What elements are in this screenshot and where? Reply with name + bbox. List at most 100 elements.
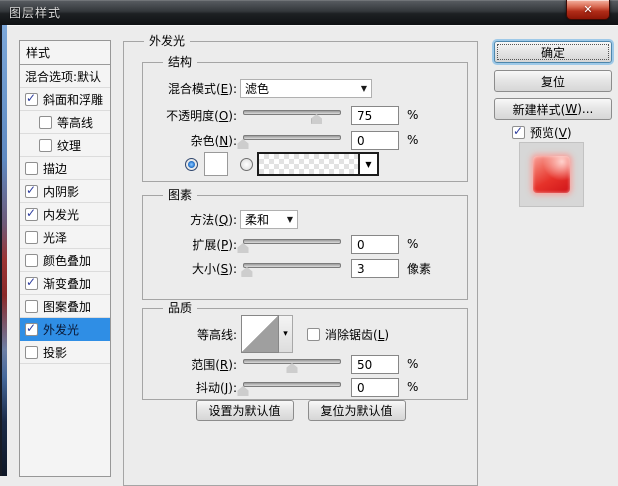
- sidebar-item[interactable]: 纹理: [20, 134, 110, 157]
- range-input[interactable]: 50: [351, 354, 399, 374]
- size-slider-thumb[interactable]: [241, 267, 253, 277]
- sidebar-item-label: 纹理: [57, 138, 82, 153]
- new-style-button[interactable]: 新建样式(W)...: [494, 98, 612, 120]
- jitter-unit: %: [407, 380, 419, 394]
- size-label: 大小(S):: [191, 261, 237, 276]
- opacity-slider-thumb[interactable]: [311, 114, 322, 124]
- noise-unit: %: [407, 133, 419, 147]
- elements-group-title: 图素: [163, 187, 198, 203]
- blend-mode-label: 混合模式(E):: [167, 81, 237, 96]
- make-default-button[interactable]: 设置为默认值: [195, 400, 294, 421]
- sidebar-item[interactable]: 渐变叠加: [20, 272, 110, 295]
- noise-input[interactable]: 0: [351, 130, 399, 150]
- sidebar-item[interactable]: 颜色叠加: [20, 249, 110, 272]
- size-slider[interactable]: [241, 259, 341, 277]
- layer-style-dialog: 样式 混合选项:默认 斜面和浮雕 等高线 纹理 描边 内阴影 内发光 光泽 颜色…: [7, 25, 618, 486]
- sidebar-item-label: 投影: [43, 345, 68, 360]
- window-title: 图层样式: [9, 6, 62, 20]
- size-slider-track: [243, 263, 341, 268]
- style-enabled-checkbox[interactable]: [25, 345, 38, 359]
- antialias-checkbox[interactable]: [307, 327, 320, 341]
- opacity-input[interactable]: 75: [351, 105, 399, 125]
- range-unit: %: [407, 357, 419, 371]
- sidebar-item-label: 光泽: [43, 230, 68, 245]
- spread-slider-thumb[interactable]: [237, 243, 249, 253]
- range-slider[interactable]: [243, 355, 341, 373]
- sidebar-item-label: 内阴影: [43, 184, 80, 199]
- reset-button[interactable]: 复位: [494, 70, 612, 92]
- sidebar-item-label: 内发光: [43, 207, 80, 222]
- outer-glow-panel: 外发光 结构 混合模式(E): 滤色 ▼ 不透明度(O): 75 % 杂色(N)…: [123, 33, 478, 486]
- ok-button[interactable]: 确定: [494, 41, 612, 63]
- sidebar-item[interactable]: 描边: [20, 157, 110, 180]
- contour-dropdown-icon[interactable]: ▾: [279, 315, 293, 353]
- sidebar-item[interactable]: 投影: [20, 341, 110, 364]
- jitter-slider-thumb[interactable]: [237, 386, 249, 396]
- sidebar-item-label: 描边: [43, 161, 68, 176]
- range-slider-thumb[interactable]: [286, 363, 298, 373]
- sidebar-item[interactable]: 外发光: [20, 318, 110, 341]
- size-input[interactable]: 3: [351, 258, 399, 278]
- sidebar-item-label: 渐变叠加: [43, 276, 92, 291]
- spread-slider[interactable]: [237, 235, 341, 253]
- spread-unit: %: [407, 237, 419, 251]
- style-enabled-checkbox[interactable]: [25, 322, 38, 336]
- gradient-dropdown-icon[interactable]: ▼: [358, 154, 377, 174]
- close-button[interactable]: ✕: [566, 0, 610, 20]
- sidebar-item[interactable]: 内发光: [20, 203, 110, 226]
- window-titlebar: 图层样式 ✕: [0, 0, 618, 25]
- chevron-down-icon: ▼: [286, 214, 293, 224]
- noise-row: 杂色(N): 0 %: [149, 129, 463, 151]
- antialias-checkbox-row[interactable]: 消除锯齿(L): [307, 326, 389, 343]
- technique-select[interactable]: 柔和 ▼: [240, 209, 298, 229]
- style-enabled-checkbox[interactable]: [39, 138, 52, 152]
- style-enabled-checkbox[interactable]: [25, 184, 38, 198]
- blend-mode-value: 滤色: [245, 81, 270, 96]
- contour-picker[interactable]: [241, 315, 279, 353]
- opacity-slider[interactable]: [243, 106, 341, 124]
- spread-input[interactable]: 0: [351, 234, 399, 254]
- quality-group-title: 品质: [163, 300, 198, 316]
- close-icon: ✕: [583, 3, 593, 16]
- style-enabled-checkbox[interactable]: [25, 207, 38, 221]
- jitter-slider[interactable]: [237, 378, 341, 396]
- sidebar-item[interactable]: 混合选项:默认: [20, 65, 110, 88]
- noise-slider[interactable]: [237, 131, 341, 149]
- size-unit: 像素: [407, 261, 432, 276]
- gradient-picker[interactable]: ▼: [257, 152, 379, 176]
- contour-label: 等高线:: [196, 327, 237, 342]
- style-enabled-checkbox[interactable]: [39, 115, 52, 129]
- spread-label: 扩展(P):: [192, 237, 237, 252]
- sidebar-item-label: 颜色叠加: [43, 253, 92, 268]
- spread-slider-track: [243, 239, 341, 244]
- style-enabled-checkbox[interactable]: [25, 92, 38, 106]
- sidebar-item[interactable]: 内阴影: [20, 180, 110, 203]
- gradient-radio[interactable]: [240, 157, 253, 171]
- styles-list-header: 样式: [20, 41, 110, 65]
- style-enabled-checkbox[interactable]: [25, 230, 38, 244]
- style-enabled-checkbox[interactable]: [25, 253, 38, 267]
- blend-mode-select[interactable]: 滤色 ▼: [240, 78, 372, 98]
- structure-group: 结构 混合模式(E): 滤色 ▼ 不透明度(O): 75 % 杂色(N): 0 …: [142, 54, 468, 182]
- color-radio[interactable]: [185, 157, 198, 171]
- noise-slider-thumb[interactable]: [237, 139, 249, 149]
- glow-color-swatch[interactable]: [204, 152, 228, 176]
- jitter-slider-track: [243, 382, 341, 387]
- sidebar-item[interactable]: 斜面和浮雕: [20, 88, 110, 111]
- style-enabled-checkbox[interactable]: [25, 161, 38, 175]
- style-enabled-checkbox[interactable]: [25, 276, 38, 290]
- reset-default-button[interactable]: 复位为默认值: [307, 400, 406, 421]
- default-buttons-row: 设置为默认值 复位为默认值: [124, 400, 477, 421]
- preview-toggle[interactable]: 预览(V): [512, 124, 572, 141]
- technique-label: 方法(Q):: [190, 212, 237, 227]
- preview-checkbox[interactable]: [512, 125, 525, 139]
- jitter-input[interactable]: 0: [351, 377, 399, 397]
- sidebar-item[interactable]: 光泽: [20, 226, 110, 249]
- jitter-row: 抖动(J): 0 %: [149, 376, 463, 398]
- style-enabled-checkbox[interactable]: [25, 299, 38, 313]
- sidebar-item[interactable]: 图案叠加: [20, 295, 110, 318]
- styles-header-label: 样式: [26, 46, 51, 60]
- styles-list: 样式 混合选项:默认 斜面和浮雕 等高线 纹理 描边 内阴影 内发光 光泽 颜色…: [19, 40, 111, 477]
- antialias-label: 消除锯齿(L): [325, 327, 390, 342]
- sidebar-item[interactable]: 等高线: [20, 111, 110, 134]
